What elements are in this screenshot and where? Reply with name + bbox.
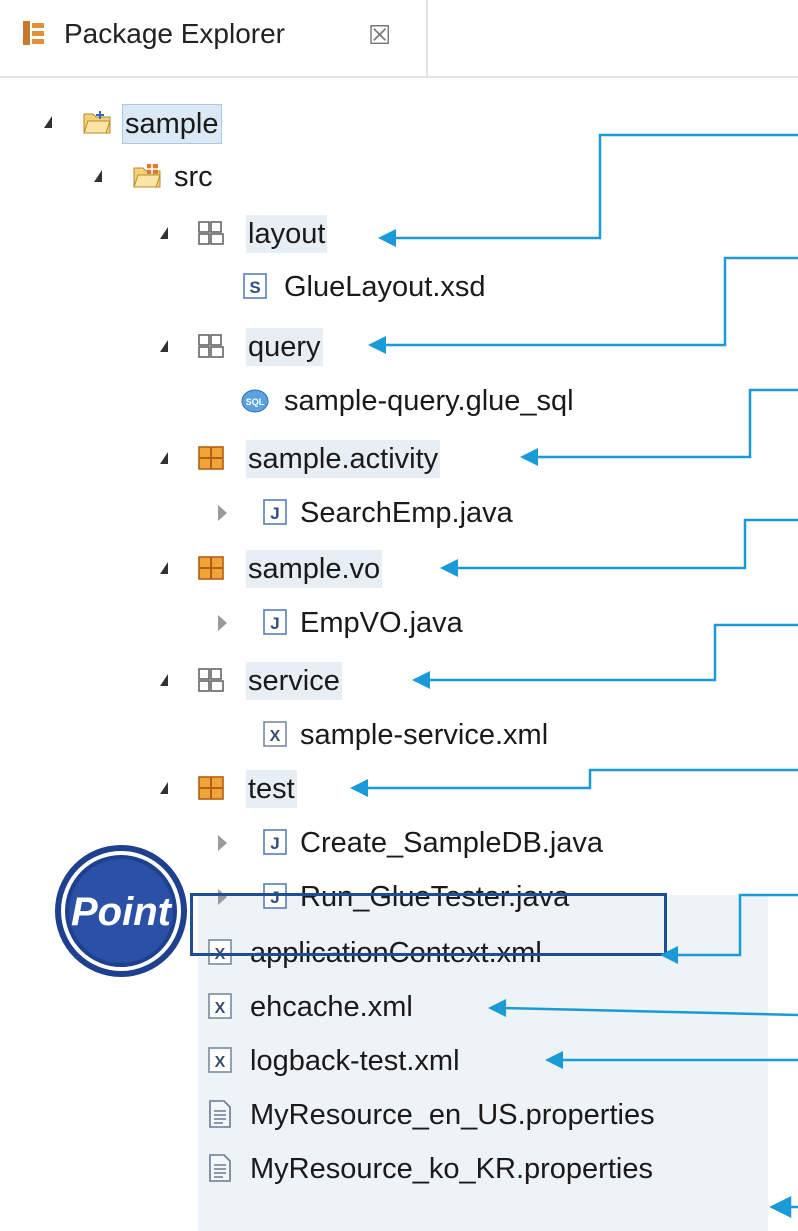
callout-arrow-line bbox=[674, 893, 798, 957]
callout-arrowhead bbox=[440, 559, 458, 577]
callout-arrowhead bbox=[545, 1051, 563, 1069]
callout-arrow-line bbox=[501, 1006, 798, 1017]
callout-arrowhead bbox=[378, 229, 396, 247]
callout-arrowhead bbox=[412, 671, 430, 689]
callout-arrow-line bbox=[364, 768, 798, 790]
point-badge-text: Point bbox=[71, 890, 173, 934]
callout-arrow-line bbox=[382, 256, 798, 347]
callout-arrow-line bbox=[454, 518, 798, 570]
callout-arrow-line bbox=[392, 133, 798, 240]
callout-arrows bbox=[350, 133, 798, 1219]
callout-arrow-line bbox=[534, 388, 798, 459]
callout-arrowhead bbox=[488, 999, 506, 1017]
callout-arrow-line bbox=[426, 623, 798, 682]
callout-arrowhead bbox=[350, 779, 368, 797]
callout-arrowhead bbox=[660, 946, 678, 964]
callout-arrowhead bbox=[368, 336, 386, 354]
point-badge-icon: Point bbox=[55, 845, 187, 977]
callout-arrowhead bbox=[520, 448, 538, 466]
